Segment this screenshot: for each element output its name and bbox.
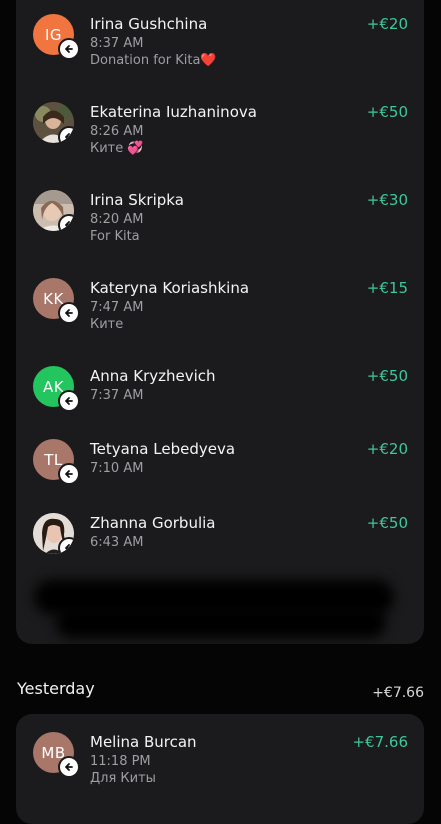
- transaction-amount: +€30: [366, 191, 408, 209]
- avatar: [33, 513, 74, 554]
- transaction-row[interactable]: IG Irina Gushchina 8:37 AM Donation for …: [16, 0, 424, 80]
- incoming-badge: [58, 302, 80, 324]
- transaction-time: 8:37 AM: [90, 36, 144, 51]
- arrow-left-icon: [65, 133, 73, 141]
- transaction-amount: +€20: [366, 15, 408, 33]
- transaction-time: 8:26 AM: [90, 124, 144, 139]
- transactions-card-today: IG Irina Gushchina 8:37 AM Donation for …: [16, 0, 424, 644]
- transaction-note: Ките: [90, 317, 124, 332]
- avatar: KK: [33, 278, 80, 324]
- avatar: TL: [33, 439, 80, 485]
- transaction-time: 8:20 AM: [90, 212, 144, 227]
- transaction-row[interactable]: TL Tetyana Lebedyeva 7:10 AM +€20: [16, 425, 424, 495]
- avatar-initials: IG: [44, 25, 63, 44]
- incoming-badge: [58, 38, 80, 60]
- sender-name: Ekaterina Iuzhaninova: [90, 103, 257, 121]
- transaction-time: 6:43 AM: [90, 535, 144, 550]
- arrow-left-icon: [65, 309, 73, 317]
- transaction-note: For Kita: [90, 229, 140, 244]
- transaction-amount: +€7.66: [352, 733, 408, 751]
- incoming-badge: [58, 390, 80, 412]
- incoming-badge: [58, 126, 74, 143]
- transaction-row[interactable]: Irina Skripka 8:20 AM For Kita +€30: [16, 176, 424, 256]
- arrow-left-icon: [65, 763, 73, 771]
- arrow-left-icon: [65, 45, 73, 53]
- arrow-left-icon: [65, 544, 73, 552]
- incoming-badge: [58, 537, 74, 554]
- avatar: [33, 102, 74, 143]
- transaction-row[interactable]: Zhanna Gorbulia 6:43 AM +€50: [16, 499, 424, 569]
- avatar: MB: [33, 732, 80, 778]
- avatar: IG: [33, 14, 80, 60]
- arrow-left-icon: [65, 470, 73, 478]
- sender-name: Kateryna Koriashkina: [90, 279, 250, 297]
- sender-name: Zhanna Gorbulia: [90, 514, 216, 532]
- transaction-amount: +€50: [366, 514, 408, 532]
- sender-name: Melina Burcan: [90, 733, 197, 751]
- avatar: [33, 190, 74, 231]
- incoming-badge: [58, 214, 74, 231]
- arrow-left-icon: [65, 397, 73, 405]
- avatar: AK: [33, 366, 80, 412]
- transaction-row[interactable]: AK Anna Kryzhevich 7:37 AM +€50: [16, 352, 424, 422]
- transaction-time: 11:18 PM: [90, 754, 151, 769]
- transaction-row[interactable]: MB Melina Burcan 11:18 PM Для Киты +€7.6…: [16, 714, 424, 800]
- incoming-badge: [58, 756, 80, 778]
- sender-name: Irina Skripka: [90, 191, 184, 209]
- arrow-left-icon: [65, 221, 73, 229]
- redacted-area: [56, 608, 386, 638]
- transaction-amount: +€15: [366, 279, 408, 297]
- transaction-note: Ките 💞: [90, 141, 144, 156]
- transaction-time: 7:37 AM: [90, 388, 144, 403]
- sender-name: Irina Gushchina: [90, 15, 208, 33]
- incoming-badge: [58, 463, 80, 485]
- section-title-yesterday: Yesterday: [17, 679, 95, 698]
- section-total: +€7.66: [372, 685, 424, 701]
- transaction-amount: +€50: [366, 103, 408, 121]
- sender-name: Anna Kryzhevich: [90, 367, 216, 385]
- transaction-row[interactable]: KK Kateryna Koriashkina 7:47 AM Ките +€1…: [16, 264, 424, 344]
- transaction-time: 7:10 AM: [90, 461, 144, 476]
- transactions-card-yesterday: MB Melina Burcan 11:18 PM Для Киты +€7.6…: [16, 714, 424, 824]
- sender-name: Tetyana Lebedyeva: [90, 440, 236, 458]
- transaction-note: Для Киты: [90, 771, 156, 786]
- transaction-amount: +€50: [366, 367, 408, 385]
- transaction-amount: +€20: [366, 440, 408, 458]
- transaction-note: Donation for Kita❤️: [90, 53, 217, 68]
- transaction-time: 7:47 AM: [90, 300, 144, 315]
- transaction-row[interactable]: Ekaterina Iuzhaninova 8:26 AM Ките 💞 +€5…: [16, 88, 424, 168]
